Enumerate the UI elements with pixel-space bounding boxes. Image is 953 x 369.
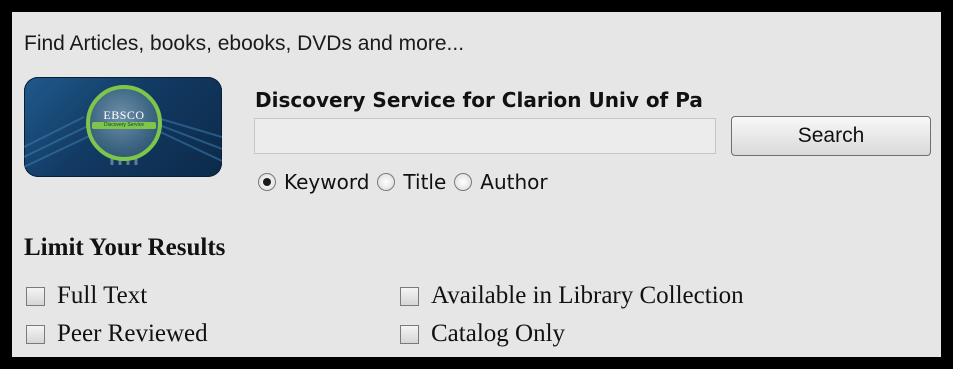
search-type-options: Keyword Title Author (258, 168, 556, 196)
radio-keyword[interactable] (258, 173, 276, 191)
radio-author[interactable] (454, 173, 473, 191)
search-widget: Find Articles, books, ebooks, DVDs and m… (0, 0, 953, 369)
search-button[interactable]: Search (731, 116, 931, 156)
radio-title-label[interactable]: Title (403, 170, 446, 194)
service-title: Discovery Service for Clarion Univ of Pa (255, 88, 703, 112)
radio-title[interactable] (377, 173, 396, 191)
search-input[interactable] (254, 118, 716, 154)
available-in-library-label[interactable]: Available in Library Collection (431, 282, 744, 310)
logo-brand-text: EBSCO (103, 108, 145, 122)
full-text-label[interactable]: Full Text (57, 282, 147, 310)
radio-author-label[interactable]: Author (480, 170, 547, 194)
radio-keyword-label[interactable]: Keyword (284, 170, 369, 194)
limit-full-text[interactable]: Full Text (26, 282, 147, 310)
intro-text: Find Articles, books, ebooks, DVDs and m… (24, 32, 465, 55)
limit-catalog-only[interactable]: Catalog Only (400, 320, 565, 348)
catalog-only-checkbox[interactable] (400, 324, 419, 344)
full-text-checkbox[interactable] (26, 286, 45, 306)
peer-reviewed-checkbox[interactable] (26, 324, 45, 344)
limit-available-in-library[interactable]: Available in Library Collection (400, 282, 744, 310)
logo-tagline: Discovery Service (103, 122, 144, 128)
limit-peer-reviewed[interactable]: Peer Reviewed (26, 320, 208, 348)
available-in-library-checkbox[interactable] (400, 286, 419, 306)
limit-results-heading: Limit Your Results (24, 234, 226, 261)
catalog-only-label[interactable]: Catalog Only (431, 320, 565, 348)
ebsco-logo[interactable]: EBSCO Discovery Service (24, 77, 222, 177)
peer-reviewed-label[interactable]: Peer Reviewed (57, 320, 208, 348)
